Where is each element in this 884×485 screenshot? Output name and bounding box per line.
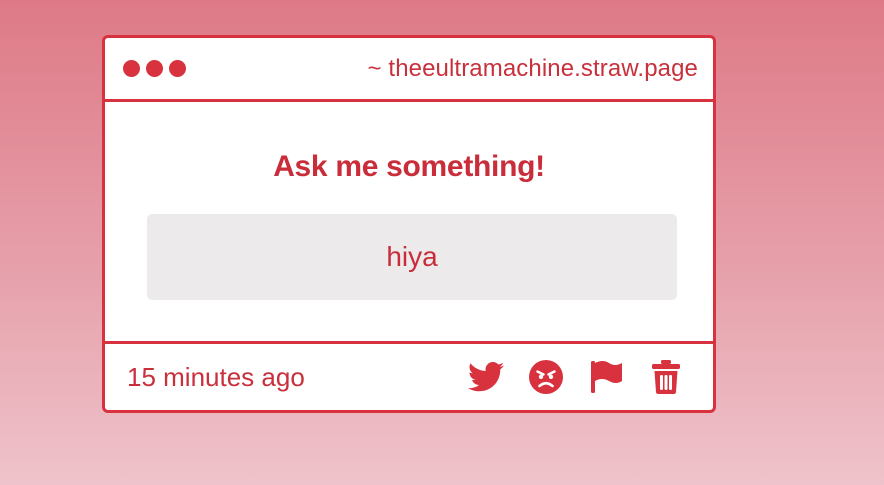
card-footer: 15 minutes ago: [105, 344, 713, 410]
answer-box: hiya: [147, 214, 677, 300]
page-url: ~ theeultramachine.straw.page: [367, 54, 698, 82]
timestamp: 15 minutes ago: [127, 361, 305, 392]
window-dot: [146, 60, 163, 77]
trash-icon[interactable]: [647, 358, 685, 396]
angry-face-icon[interactable]: [527, 358, 565, 396]
window-titlebar: ~ theeultramachine.straw.page: [105, 38, 713, 102]
flag-icon[interactable]: [587, 358, 625, 396]
question-content: Ask me something! hiya: [105, 102, 713, 344]
question-card: ~ theeultramachine.straw.page Ask me som…: [102, 35, 716, 413]
window-dot: [123, 60, 140, 77]
window-dot: [169, 60, 186, 77]
action-bar: [467, 358, 685, 396]
window-dots: [123, 60, 186, 77]
question-heading: Ask me something!: [273, 150, 545, 183]
twitter-icon[interactable]: [467, 358, 505, 396]
